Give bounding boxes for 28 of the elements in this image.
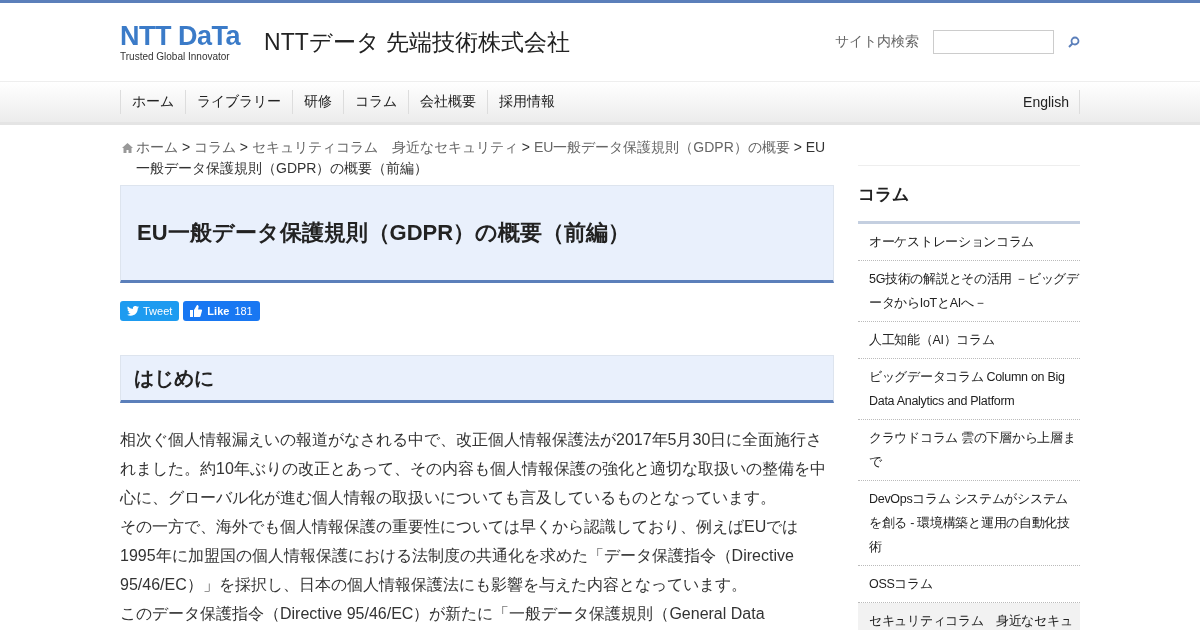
paragraph: 相次ぐ個人情報漏えいの報道がなされる中で、改正個人情報保護法が2017年5月30日に全面施行されました。約10年ぶりの改正とあって、その内容も個人情報保護の強化と適切な取扱いの整備を中心に、グローバル化が進む個人情報の取扱いについても言及しているものとなっています。 bbox=[120, 430, 827, 508]
like-button[interactable]: Like 181 bbox=[183, 301, 260, 321]
nav-link[interactable]: 会社概要 bbox=[408, 90, 487, 114]
breadcrumb-link[interactable]: ホーム bbox=[136, 139, 178, 155]
home-icon bbox=[122, 143, 133, 153]
paragraph: その一方で、海外でも個人情報保護の重要性については早くから認識しており、例えばEUでは1995年に加盟国の個人情報保護における法制度の共通化を求めた「データ保護指令（Directive 95/46/EC）」を採択し、日本の個人情報保護法にも影響を与えた内容となっています。 bbox=[120, 517, 800, 595]
nav-link[interactable]: コラム bbox=[343, 90, 408, 114]
company-name: NTTデータ 先端技術株式会社 bbox=[264, 27, 571, 57]
breadcrumb-link[interactable]: コラム bbox=[193, 139, 236, 155]
thumbs-up-icon bbox=[190, 305, 203, 317]
search-label: サイト内検索 bbox=[835, 33, 919, 51]
english-link[interactable]: English bbox=[1013, 90, 1080, 114]
article-title: EU一般データ保護規則（GDPR）の概要（前編） bbox=[137, 219, 631, 247]
bird-icon bbox=[127, 306, 139, 316]
tagline: Trusted Global Innovator bbox=[120, 50, 231, 62]
paragraph: このデータ保護指令（Directive 95/46/EC）が新たに「一般データ保護規則（General Data bbox=[120, 604, 766, 624]
nav-link[interactable]: 研修 bbox=[292, 90, 343, 114]
nav-link[interactable]: ホーム bbox=[120, 90, 185, 114]
sidebar-link[interactable]: セキュリティコラム 身近なセキュ bbox=[858, 603, 1080, 630]
search-field[interactable] bbox=[933, 30, 1054, 54]
search-icon[interactable] bbox=[1068, 36, 1080, 48]
nav-link[interactable]: 採用情報 bbox=[487, 90, 566, 114]
breadcrumb-link[interactable]: EU一般データ保護規則（GDPR）の概要 bbox=[533, 139, 790, 155]
section-heading: はじめに bbox=[134, 365, 214, 391]
logo[interactable]: NTT DaTa bbox=[120, 22, 240, 49]
breadcrumb-link[interactable]: セキュリティコラム 身近なセキュリティ bbox=[251, 139, 518, 155]
breadcrumb: ホーム > コラム > セキュリティコラム 身近なセキュリティ > EU一般データ保護規則（GDPR）の概要 > EU一般データ保護規則（GDPR）の概要（前編） bbox=[120, 137, 834, 179]
nav-link[interactable]: ライブラリー bbox=[185, 90, 292, 114]
